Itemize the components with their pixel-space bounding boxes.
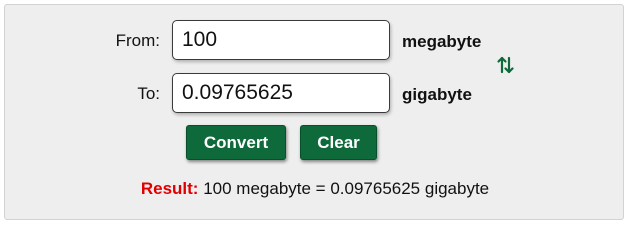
clear-button[interactable]: Clear xyxy=(300,125,377,160)
to-label: To: xyxy=(137,84,160,103)
to-unit-label: gigabyte xyxy=(402,85,472,104)
result-label: Result: xyxy=(140,179,199,198)
result-line: Result: 100 megabyte = 0.09765625 gigaby… xyxy=(0,179,630,199)
convert-button[interactable]: Convert xyxy=(186,125,286,160)
result-text: 100 megabyte = 0.09765625 gigabyte xyxy=(203,179,490,198)
to-value-input[interactable] xyxy=(172,73,390,113)
from-value-input[interactable] xyxy=(172,20,390,60)
swap-arrows-icon xyxy=(497,56,514,74)
swap-units-button[interactable] xyxy=(496,54,516,76)
from-label: From: xyxy=(115,31,160,50)
from-unit-label: megabyte xyxy=(402,32,482,51)
